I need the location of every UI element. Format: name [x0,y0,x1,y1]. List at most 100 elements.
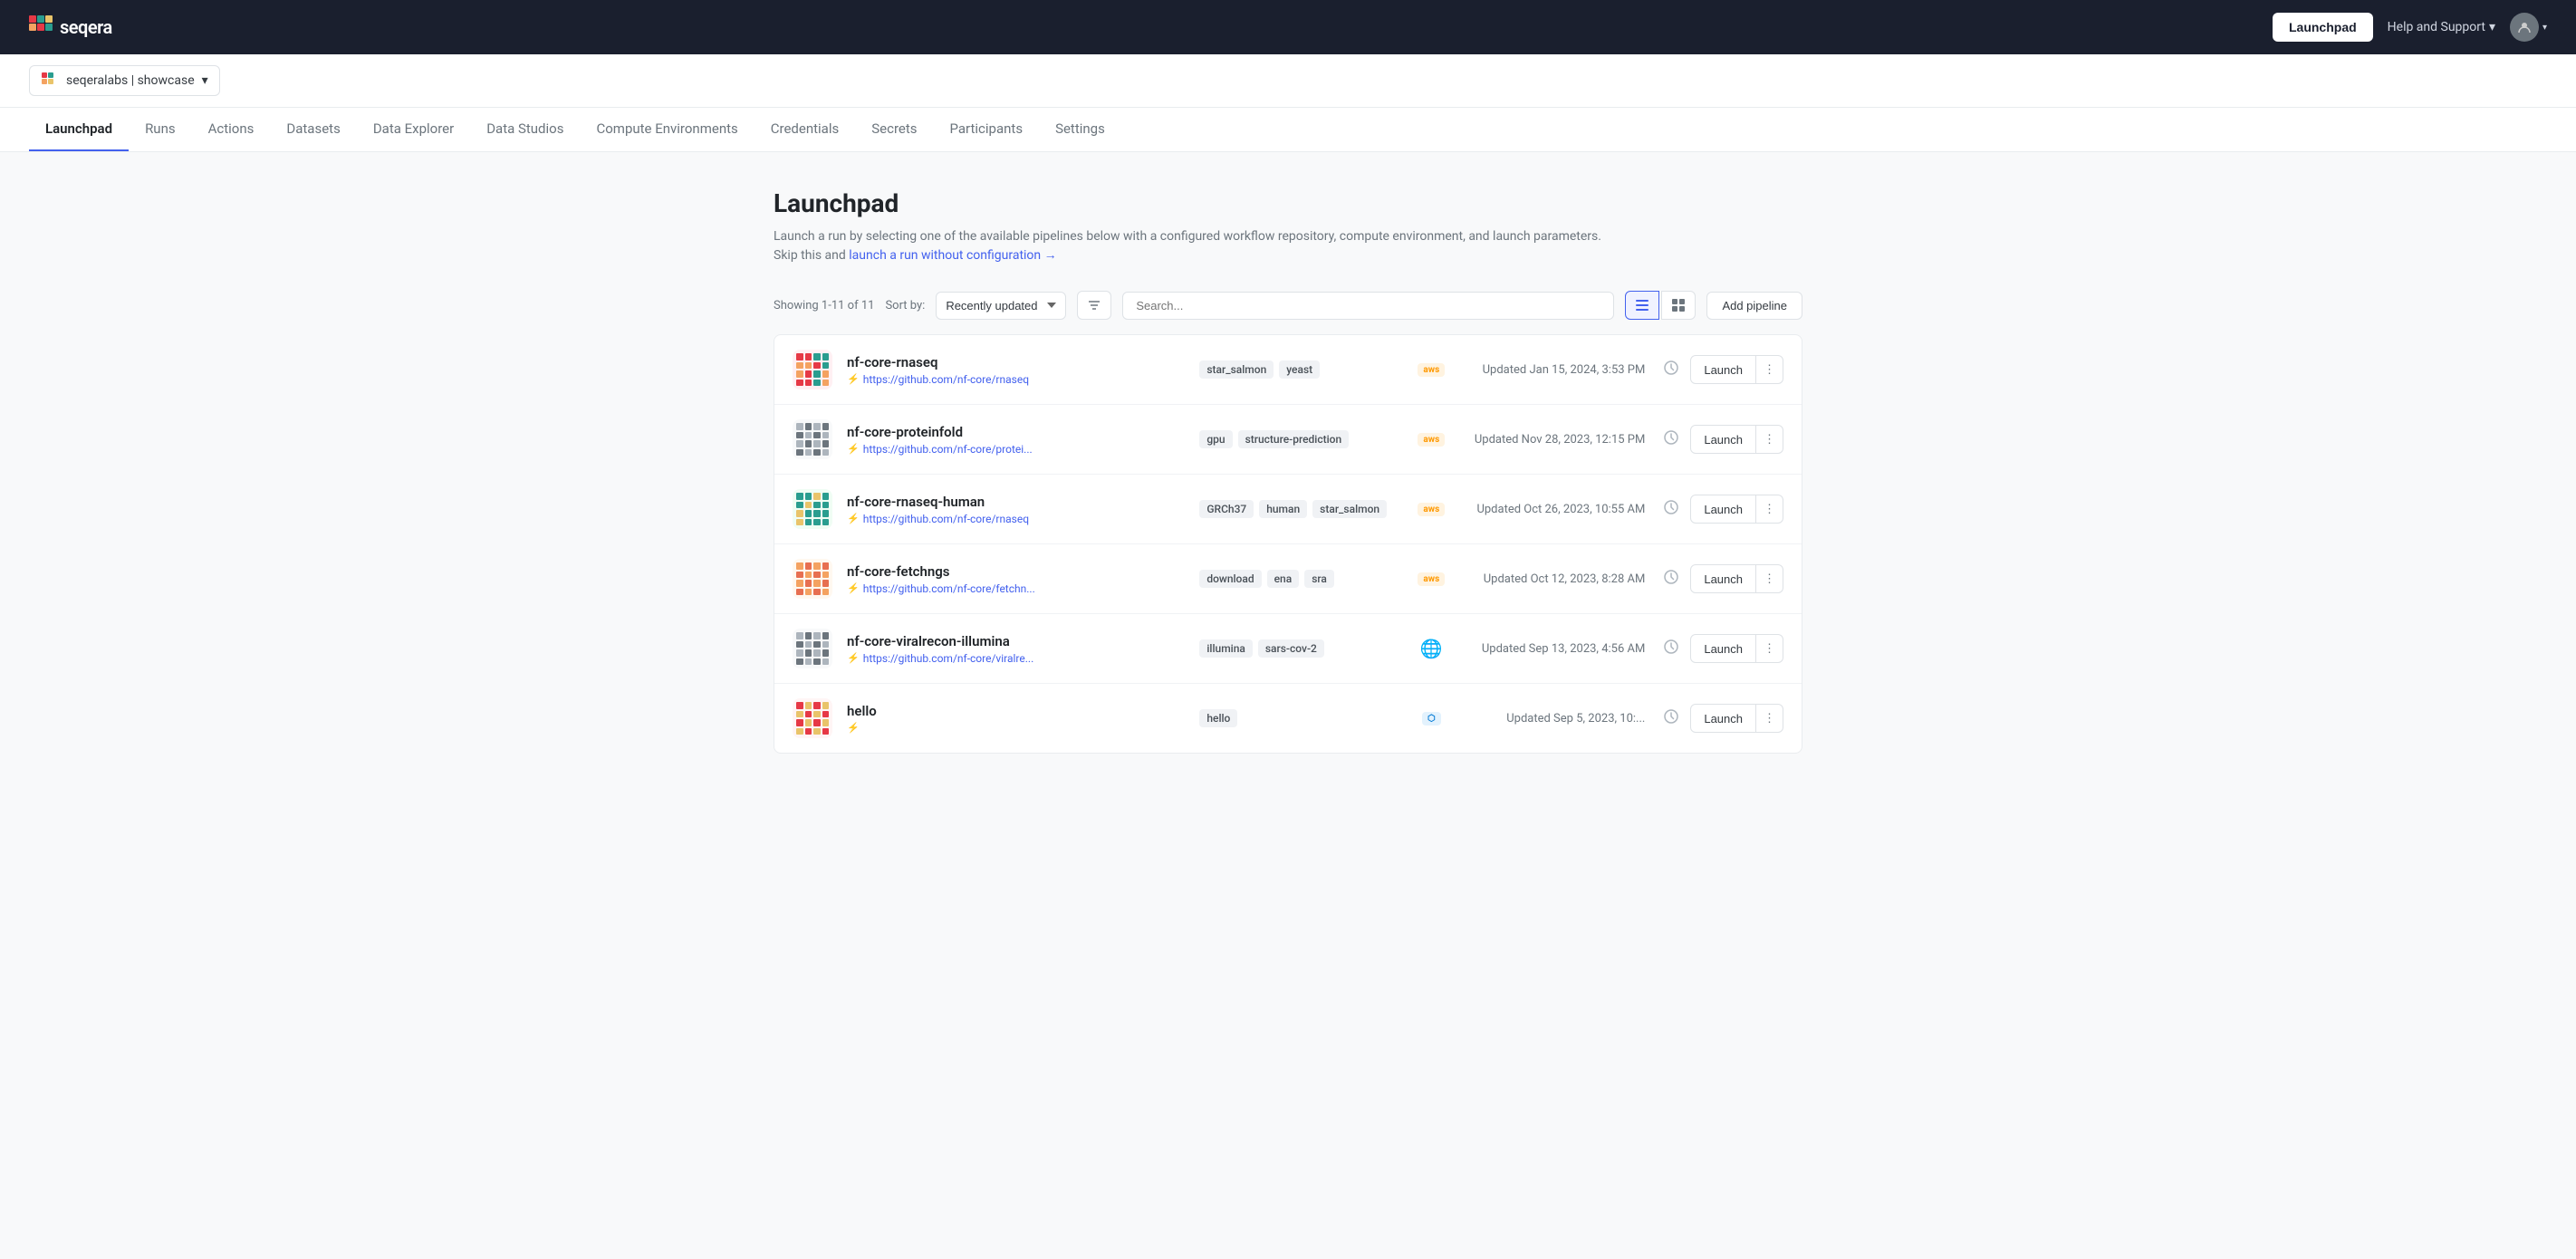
cloud-badge-aws: aws [1413,572,1449,586]
tab-compute-environments[interactable]: Compute Environments [580,108,754,151]
pipeline-icon [793,350,832,389]
logo[interactable]: seqera [29,15,112,39]
pipeline-tag: sars-cov-2 [1258,639,1324,658]
pipeline-url-link[interactable]: https://github.com/nf-core/protei... [863,443,1033,456]
optimize-icon[interactable] [1659,565,1683,593]
workspace-label: seqeralabs | showcase [66,73,195,88]
page-description: Launch a run by selecting one of the ava… [774,227,1802,265]
no-config-link[interactable]: launch a run without configuration → [849,248,1056,263]
tab-navigation: Launchpad Runs Actions Datasets Data Exp… [0,108,2576,152]
pipeline-url-link[interactable]: https://github.com/nf-core/rnaseq [863,373,1029,386]
pipeline-url: ⚡ https://github.com/nf-core/rnaseq [847,373,1185,386]
tab-datasets[interactable]: Datasets [270,108,356,151]
pipeline-list: nf-core-rnaseq ⚡ https://github.com/nf-c… [774,334,1802,754]
pipeline-url: ⚡ https://github.com/nf-core/protei... [847,443,1185,456]
pipeline-row: nf-core-fetchngs ⚡ https://github.com/nf… [774,544,1802,614]
pipeline-tag: download [1199,570,1261,588]
optimize-icon[interactable] [1659,356,1683,384]
launch-button[interactable]: Launch [1690,425,1756,454]
pipeline-actions: Launch ⋮ [1659,564,1783,593]
launchpad-nav-button[interactable]: Launchpad [2273,13,2373,42]
sort-select[interactable]: Recently updated Name Date created [936,292,1066,320]
grid-view-button[interactable] [1661,291,1696,320]
pipeline-tags: download enasra [1199,570,1399,588]
logo-text: seqera [60,16,112,38]
launch-button[interactable]: Launch [1690,564,1756,593]
tab-settings[interactable]: Settings [1039,108,1121,151]
launch-button[interactable]: Launch [1690,355,1756,384]
tab-participants[interactable]: Participants [934,108,1040,151]
pipeline-tag: sra [1304,570,1334,588]
tab-credentials[interactable]: Credentials [755,108,855,151]
more-options-button[interactable]: ⋮ [1756,425,1783,454]
more-options-button[interactable]: ⋮ [1756,564,1783,593]
pipeline-tag: ena [1267,570,1300,588]
search-input[interactable] [1122,292,1614,320]
launch-group: Launch ⋮ [1690,355,1783,384]
cloud-badge-gcp: 🌐 [1413,638,1449,659]
top-navigation: seqera Launchpad Help and Support ▾ ▾ [0,0,2576,54]
pipeline-url-link[interactable]: https://github.com/nf-core/fetchn... [863,582,1035,595]
optimize-icon[interactable] [1659,426,1683,454]
pipeline-actions: Launch ⋮ [1659,495,1783,524]
pipeline-actions: Launch ⋮ [1659,425,1783,454]
pipeline-url: ⚡ [847,722,1185,734]
pipeline-info: hello ⚡ [847,703,1185,734]
list-view-button[interactable] [1625,291,1659,320]
pipeline-icon [793,489,832,529]
add-pipeline-button[interactable]: Add pipeline [1706,292,1802,320]
pipeline-tag: structure-prediction [1238,430,1350,448]
tab-secrets[interactable]: Secrets [855,108,933,151]
chevron-down-icon: ▾ [2489,20,2495,34]
pipeline-row: nf-core-rnaseq ⚡ https://github.com/nf-c… [774,335,1802,405]
more-options-button[interactable]: ⋮ [1756,495,1783,524]
nextflow-icon: ⚡ [847,373,860,385]
pipeline-tags: star_salmonyeast [1199,360,1399,379]
tab-data-explorer[interactable]: Data Explorer [357,108,470,151]
cloud-badge-aws: aws [1413,503,1449,516]
workspace-selector[interactable]: seqeralabs | showcase ▾ [29,65,220,96]
tab-actions[interactable]: Actions [192,108,271,151]
pipeline-tags: GRCh37humanstar_salmon [1199,500,1399,518]
launch-group: Launch ⋮ [1690,425,1783,454]
pipeline-row: nf-core-proteinfold ⚡ https://github.com… [774,405,1802,475]
pipeline-updated: Updated Sep 13, 2023, 4:56 AM [1464,642,1645,656]
cloud-badge-aws: aws [1413,363,1449,377]
pipeline-icon [793,419,832,459]
avatar [2510,13,2539,42]
pipeline-tag: hello [1199,709,1237,727]
launch-button[interactable]: Launch [1690,704,1756,733]
sort-by-label: Sort by: [885,299,925,312]
launch-button[interactable]: Launch [1690,495,1756,524]
nextflow-icon: ⚡ [847,443,860,455]
pipeline-url: ⚡ https://github.com/nf-core/rnaseq [847,513,1185,525]
more-options-button[interactable]: ⋮ [1756,355,1783,384]
pipeline-tag: gpu [1199,430,1232,448]
main-content: Launchpad Launch a run by selecting one … [745,152,1831,790]
pipeline-info: nf-core-proteinfold ⚡ https://github.com… [847,424,1185,456]
more-options-button[interactable]: ⋮ [1756,634,1783,663]
pipeline-url-link[interactable]: https://github.com/nf-core/rnaseq [863,513,1029,525]
workspace-chevron-icon: ▾ [202,73,208,88]
pipeline-name: nf-core-rnaseq-human [847,494,1185,510]
optimize-icon[interactable] [1659,495,1683,524]
tab-launchpad[interactable]: Launchpad [29,108,129,151]
workspace-bar: seqeralabs | showcase ▾ [0,54,2576,108]
launch-button[interactable]: Launch [1690,634,1756,663]
pipeline-icon [793,698,832,738]
pipeline-name: hello [847,703,1185,719]
optimize-icon[interactable] [1659,635,1683,663]
user-menu[interactable]: ▾ [2510,13,2547,42]
nextflow-icon: ⚡ [847,722,860,734]
tab-data-studios[interactable]: Data Studios [470,108,580,151]
pipeline-tags: gpu structure-prediction [1199,430,1399,448]
help-support-link[interactable]: Help and Support ▾ [2388,20,2495,34]
pipeline-tags: hello [1199,709,1399,727]
page-title: Launchpad [774,188,1802,218]
view-toggle [1625,291,1696,320]
more-options-button[interactable]: ⋮ [1756,704,1783,733]
tab-runs[interactable]: Runs [129,108,192,151]
pipeline-url-link[interactable]: https://github.com/nf-core/viralre... [863,652,1034,665]
optimize-icon[interactable] [1659,705,1683,733]
filter-button[interactable] [1077,291,1111,320]
